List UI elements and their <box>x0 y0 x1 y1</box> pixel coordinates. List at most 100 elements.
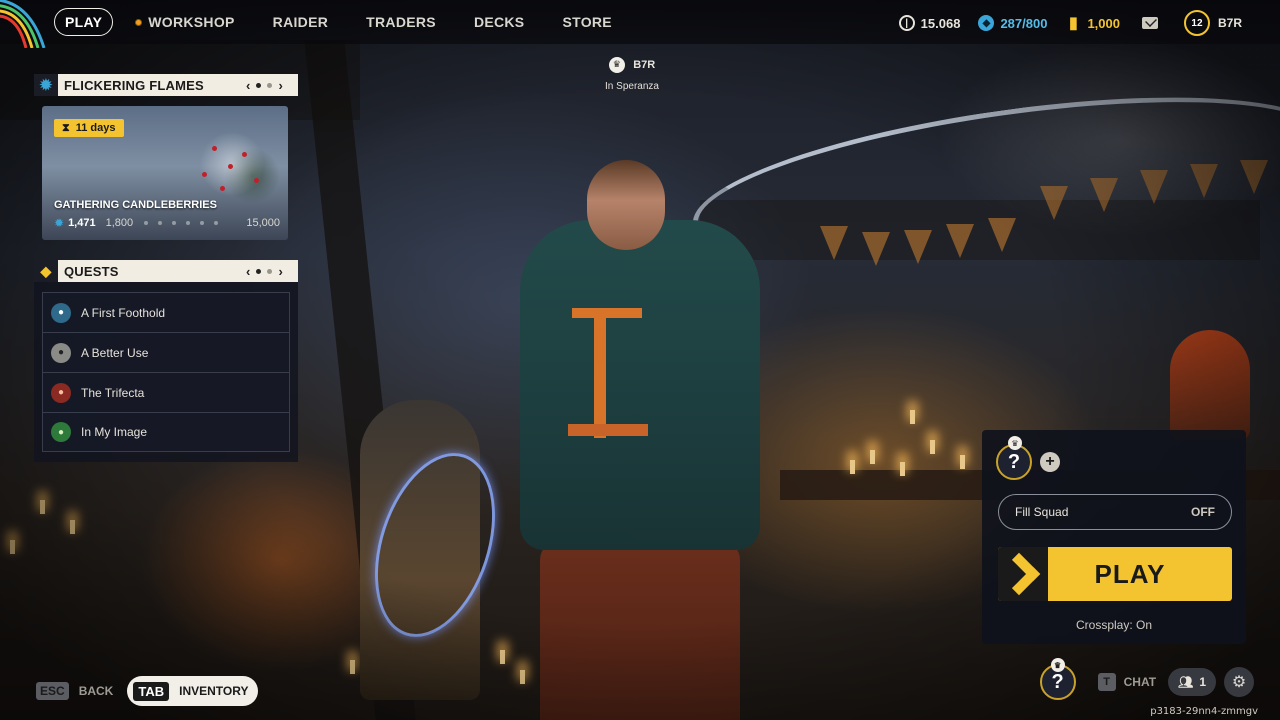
pager-dot[interactable] <box>256 268 262 274</box>
fill-squad-label: Fill Squad <box>1015 505 1069 519</box>
quest-diamond-icon: ◆ <box>34 260 58 282</box>
notification-dot-icon <box>135 18 143 26</box>
pager-next-icon[interactable]: › <box>278 78 283 93</box>
nav-workshop[interactable]: WORKSHOP <box>135 14 234 30</box>
quest-label: A Better Use <box>81 345 149 360</box>
add-squad-member-icon[interactable]: + <box>1040 452 1060 472</box>
top-navigation-bar: PLAY WORKSHOP RAIDER TRADERS DECKS STORE… <box>0 0 1280 48</box>
pager-dot[interactable] <box>267 82 273 88</box>
pager-prev-icon[interactable]: ‹ <box>246 78 251 93</box>
nav-play[interactable]: PLAY <box>54 8 114 36</box>
esc-key-hint: ESC <box>36 682 69 700</box>
event-card[interactable]: ⧗ 11 days GATHERING CANDLEBERRIES ✹ 1,47… <box>42 106 288 240</box>
quest-giver-avatar-icon: ● <box>51 422 71 442</box>
quest-label: In My Image <box>81 425 148 439</box>
friends-count: 1 <box>1199 675 1206 689</box>
player-level: 12 <box>1191 17 1203 29</box>
blue-amount: 287/800 <box>1000 15 1048 31</box>
quest-list: ● A First Foothold ● A Better Use ● The … <box>34 282 298 462</box>
nav-traders-label: TRADERS <box>366 14 436 30</box>
coin-amount: 15.068 <box>920 15 961 31</box>
quest-label: A First Foothold <box>81 305 166 320</box>
quest-giver-avatar-icon: ● <box>51 302 71 323</box>
chat-button[interactable]: CHAT <box>1124 675 1156 689</box>
tab-key-hint: TAB <box>133 681 170 701</box>
event-current-value: 1,471 <box>68 217 96 229</box>
profile-name[interactable]: B7R <box>1218 16 1242 30</box>
settings-gear-icon[interactable]: ⚙ <box>1224 667 1254 697</box>
inventory-button[interactable]: TAB INVENTORY <box>127 676 259 706</box>
nav-play-label: PLAY <box>65 14 103 30</box>
player-nameplate: ♛ B7R In Speranza <box>590 56 674 92</box>
play-button-label: PLAY <box>1094 558 1166 589</box>
nav-decks-label: DECKS <box>473 14 525 30</box>
brand-stripes-logo <box>0 0 46 48</box>
quest-label: The Trifecta <box>81 385 145 400</box>
event-days-left: 11 days <box>75 122 116 134</box>
gold-bars-icon: ▮ <box>1069 15 1078 32</box>
player-tag-name: B7R <box>633 58 656 71</box>
gear-icon: ✹ <box>54 216 65 230</box>
nav-raider[interactable]: RAIDER <box>273 14 328 30</box>
event-panel-header: ✹ FLICKERING FLAMES ‹ › <box>34 74 298 96</box>
event-max-value: 15,000 <box>246 217 280 229</box>
friends-icon: 👥︎ <box>1178 675 1194 689</box>
coin-icon: | <box>898 15 915 31</box>
event-title: GATHERING CANDLEBERRIES <box>54 199 217 211</box>
blue-currency[interactable]: ◆ 287/800 <box>978 15 1047 31</box>
crown-icon: ♛ <box>1050 658 1065 672</box>
progress-dots <box>139 221 223 225</box>
player-level-badge[interactable]: 12 <box>1183 10 1210 36</box>
fill-squad-state: OFF <box>1191 505 1215 519</box>
crown-icon: ♛ <box>608 56 625 73</box>
pager-prev-icon[interactable]: ‹ <box>246 264 251 279</box>
quests-header-title: QUESTS <box>64 263 119 279</box>
currency-bar: | 15.068 ◆ 287/800 ▮ 1,000 12 B7R <box>881 10 1242 36</box>
gold-currency[interactable]: ▮ 1,000 <box>1065 15 1120 32</box>
event-progress: ✹ 1,471 1,800 15,000 <box>54 216 280 230</box>
quests-panel-header: ◆ QUESTS ‹ › <box>34 260 298 282</box>
bottom-right-controls: ♛ ? T CHAT 👥︎ 1 ⚙ <box>1039 658 1254 700</box>
nav-raider-label: RAIDER <box>272 14 329 30</box>
build-id: p3183-29nn4-zmmgv <box>1150 706 1258 717</box>
fill-squad-toggle[interactable]: Fill Squad OFF <box>998 494 1232 530</box>
event-pager: ‹ › <box>243 78 286 93</box>
nav-workshop-label: WORKSHOP <box>148 14 235 30</box>
coin-currency[interactable]: | 15.068 <box>898 15 961 31</box>
quest-item[interactable]: ● A First Foothold <box>42 292 290 332</box>
self-profile-avatar[interactable]: ♛ ? <box>1039 658 1076 700</box>
quest-giver-avatar-icon: ● <box>51 382 71 403</box>
event-timer-badge: ⧗ 11 days <box>54 119 124 137</box>
quest-item[interactable]: ● A Better Use <box>42 332 290 372</box>
player-location: In Speranza <box>605 81 659 92</box>
quest-item[interactable]: ● The Trifecta <box>42 372 290 412</box>
back-button[interactable]: BACK <box>79 684 114 698</box>
pager-dot[interactable] <box>256 82 262 88</box>
chevron-right-icon <box>998 547 1048 601</box>
quests-pager: ‹ › <box>243 264 286 279</box>
chat-key-hint: T <box>1097 673 1116 691</box>
event-milestone-value: 1,800 <box>105 217 134 229</box>
pager-dot[interactable] <box>267 268 273 274</box>
inventory-label: INVENTORY <box>179 684 249 698</box>
squad-panel: ? ♛ + Fill Squad OFF PLAY Crossplay: On <box>982 430 1246 644</box>
crown-icon: ♛ <box>1008 436 1022 450</box>
self-placeholder: ? <box>1051 670 1064 693</box>
event-header-title: FLICKERING FLAMES <box>64 77 204 93</box>
gear-icon: ✹ <box>34 74 58 96</box>
pager-next-icon[interactable]: › <box>278 264 283 279</box>
hourglass-icon: ⧗ <box>62 121 70 134</box>
friends-button[interactable]: 👥︎ 1 <box>1168 668 1216 696</box>
play-button[interactable]: PLAY <box>998 547 1232 601</box>
quest-giver-avatar-icon: ● <box>51 342 71 363</box>
bottom-left-controls: ESC BACK TAB INVENTORY <box>36 676 259 706</box>
mail-icon[interactable] <box>1141 17 1158 29</box>
nav-store-label: STORE <box>562 14 612 30</box>
nav-decks[interactable]: DECKS <box>474 14 525 30</box>
slot-placeholder: ? <box>1007 450 1021 473</box>
quest-item[interactable]: ● In My Image <box>42 412 290 452</box>
main-nav: PLAY WORKSHOP RAIDER TRADERS DECKS STORE <box>54 8 650 36</box>
blue-token-icon: ◆ <box>978 15 995 31</box>
nav-traders[interactable]: TRADERS <box>366 14 436 30</box>
nav-store[interactable]: STORE <box>562 14 611 30</box>
